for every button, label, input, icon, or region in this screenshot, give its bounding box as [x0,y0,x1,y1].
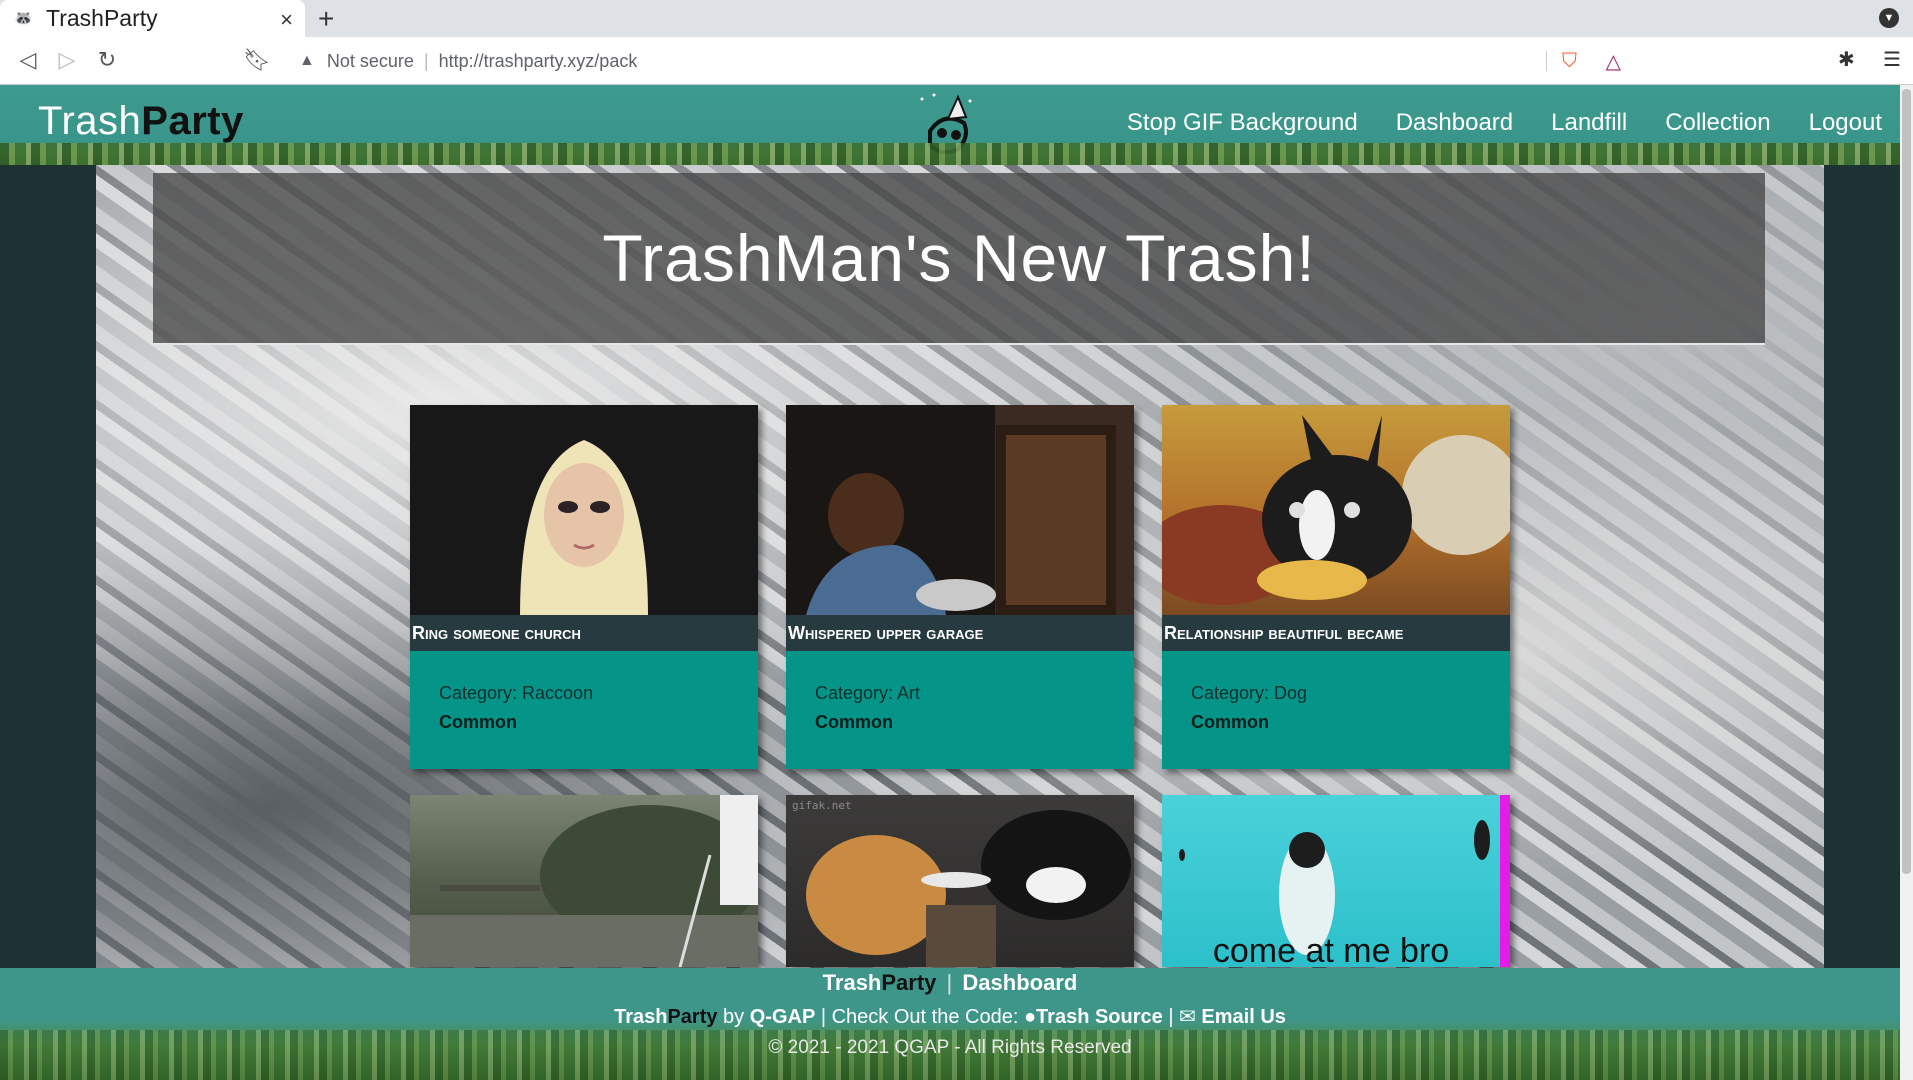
card-category: Category: Raccoon [439,683,594,703]
card-image [1162,405,1510,615]
card-body: Category: Dog Common [1162,651,1510,769]
trash-background: TrashMan's New Trash! Ring someone churc… [96,165,1824,968]
footer-credits: TrashParty by Q-GAP | Check Out the Code… [0,1004,1900,1029]
footer-links: TrashParty | Dashboard [0,970,1900,996]
browser-tab[interactable]: 🦝 TrashParty × [0,0,305,37]
card-title: Whispered upper garage [786,615,1134,651]
author-link[interactable]: Q-GAP [750,1006,816,1028]
check-code-text: | Check Out the Code: [820,1006,1019,1028]
site-header: TrashParty Stop GIF Background Dashboard… [0,85,1900,165]
site-logo[interactable]: TrashParty [38,99,244,144]
trash-card[interactable]: gifak.net [786,795,1134,967]
trash-card[interactable]: Relationship beautiful became Category: … [1162,405,1510,769]
card-title: Relationship beautiful became [1162,615,1510,651]
trash-card[interactable]: Ring someone church Category: Raccoon Co… [410,405,758,769]
footer-separator: | [946,970,953,995]
address-bar[interactable]: ▲ Not secure | http://trashparty.xyz/pac… [285,43,1635,79]
card-image: come at me bro [1162,795,1510,967]
credit-by: by [723,1006,745,1028]
card-image: gifak.net [786,795,1134,967]
footer-brand-light: Trash [822,970,882,995]
forward-icon[interactable]: ▷ [53,47,81,73]
reload-icon[interactable]: ↻ [93,47,121,73]
trash-card[interactable]: come at me bro [1162,795,1510,967]
warning-icon: ▲ [299,52,315,69]
omnibox-separator [1546,51,1547,71]
party-raccoon-logo-icon [920,93,972,155]
site-footer: TrashParty | Dashboard TrashParty by Q-G… [0,968,1900,1080]
page-scrollbar[interactable] [1900,85,1913,1080]
credit-brand-bold: Party [667,1006,718,1028]
extensions-icon[interactable]: ✱ [1838,47,1855,72]
nav-dashboard[interactable]: Dashboard [1396,109,1513,137]
garden-image [410,795,758,967]
brand-light: Trash [38,99,142,143]
card-title: Ring someone church [410,615,758,651]
card-image [786,405,1134,615]
watermark-text: gifak.net [792,799,852,812]
nav-logout[interactable]: Logout [1809,109,1882,137]
browser-toolbar: ◁ ▷ ↻ 🔖︎ ▲ Not secure | http://trashpart… [0,37,1913,85]
card-category: Category: Art [815,683,921,703]
brave-shield-icon[interactable]: ⛉ [1562,50,1577,73]
card-image [410,795,758,967]
hero-banner: TrashMan's New Trash! [153,173,1765,345]
envelope-icon: ✉ [1179,1006,1196,1028]
credit-brand-light: Trash [614,1006,668,1028]
bookmark-icon[interactable]: 🔖︎ [243,47,271,73]
trash-source-link[interactable]: Trash Source [1036,1006,1163,1028]
card-body: Category: Raccoon Common [410,651,758,769]
email-link[interactable]: Email Us [1201,1006,1285,1028]
nav-landfill[interactable]: Landfill [1551,109,1627,137]
close-tab-icon[interactable]: × [280,7,293,33]
portrait-image [520,440,648,615]
browser-tab-bar: 🦝 TrashParty × + ▼ [0,0,1913,37]
card-rarity: Common [1191,712,1269,732]
tab-search-icon[interactable]: ▼ [1879,8,1899,28]
page-title: TrashMan's New Trash! [602,221,1316,295]
painter-image [806,425,1116,615]
nav-collection[interactable]: Collection [1665,109,1770,137]
omnibox-divider: | [423,50,429,71]
cats-image: gifak.net [792,799,1131,967]
copyright: © 2021 - 2021 QGAP - All Rights Reserved [768,1037,1132,1058]
trash-card[interactable] [410,795,758,967]
security-label[interactable]: Not secure [327,51,414,72]
card-category: Category: Dog [1191,683,1308,703]
dog-image [1162,415,1510,605]
url-text[interactable]: http://trashparty.xyz/pack [439,51,638,72]
gif-caption: come at me bro [1212,932,1450,967]
footer-brand[interactable]: TrashParty [823,970,937,995]
rewards-triangle-icon[interactable]: △ [1606,49,1621,74]
nav-stop-gif-background[interactable]: Stop GIF Background [1127,109,1358,137]
footer-brand-bold: Party [881,970,937,995]
card-rarity: Common [815,712,893,732]
footer-pipe: | [1168,1006,1174,1028]
github-icon: ● [1023,1006,1037,1028]
raccoon-favicon-icon: 🦝 [14,9,33,27]
brand-bold: Party [141,99,244,143]
back-icon[interactable]: ◁ [14,47,42,73]
card-rarity: Common [439,712,517,732]
scrollbar-thumb[interactable] [1902,89,1911,874]
card-body: Category: Art Common [786,651,1134,769]
menu-icon[interactable]: ☰ [1883,47,1901,72]
tab-title: TrashParty [46,5,158,31]
footer-dashboard-link[interactable]: Dashboard [962,970,1077,995]
main-nav: Stop GIF Background Dashboard Landfill C… [1127,109,1882,137]
card-image [410,405,758,615]
trash-card[interactable]: Whispered upper garage Category: Art Com… [786,405,1134,769]
new-tab-icon[interactable]: + [318,3,334,35]
